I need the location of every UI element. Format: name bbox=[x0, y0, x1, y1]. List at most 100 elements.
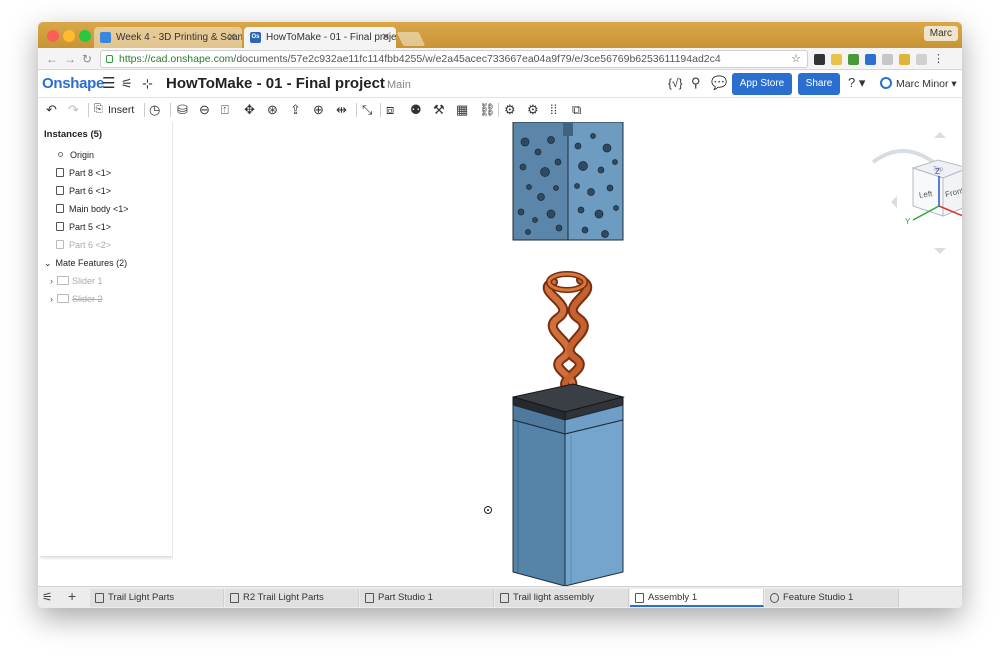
profile-button[interactable]: Marc bbox=[923, 26, 958, 41]
mate-features-folder[interactable]: ⌄ Mate Features (2) bbox=[44, 258, 127, 269]
add-branch-icon[interactable]: ⊹ bbox=[142, 76, 153, 92]
tab-part-studio-1[interactable]: Part Studio 1 bbox=[360, 589, 494, 607]
copper-helix[interactable] bbox=[542, 271, 593, 395]
onshape-logo[interactable]: Onshape bbox=[42, 75, 104, 92]
browser-tab-week4[interactable]: Week 4 - 3D Printing & Scann… ✕ bbox=[94, 27, 242, 48]
section-icon[interactable]: ▦ bbox=[456, 102, 468, 118]
instance-list-panel: Instances (5) Origin Part 8 <1> Part 6 <… bbox=[38, 122, 172, 556]
chevron-down-icon[interactable]: ⌄ bbox=[44, 258, 52, 268]
maximize-window-button[interactable] bbox=[79, 30, 91, 42]
toolbar-separator bbox=[88, 103, 89, 117]
extension-icons: ⋮ bbox=[814, 52, 948, 65]
redo-icon[interactable]: ↷ bbox=[68, 102, 79, 118]
lock-icon bbox=[106, 55, 113, 63]
document-title[interactable]: HowToMake - 01 - Final project bbox=[166, 75, 385, 92]
fastened-mate-icon[interactable]: ⛁ bbox=[177, 102, 188, 118]
comments-icon[interactable]: 💬 bbox=[711, 75, 727, 91]
undo-icon[interactable]: ↶ bbox=[46, 102, 57, 118]
chevron-right-icon[interactable]: › bbox=[50, 276, 53, 286]
back-arrow-icon[interactable]: ← bbox=[46, 52, 58, 66]
app-store-button[interactable]: App Store bbox=[732, 73, 792, 95]
part-studio-icon bbox=[95, 593, 104, 603]
pin-slot-mate-icon[interactable]: ⇪ bbox=[290, 102, 301, 118]
document-tabs-bar: ⚟ + Trail Light Parts R2 Trail Light Par… bbox=[38, 586, 962, 608]
model-canvas[interactable]: Top Left Front Z X Y bbox=[173, 121, 962, 587]
screw-icon[interactable]: ⧉ bbox=[572, 102, 581, 118]
tangent-mate-icon[interactable]: ⤡ bbox=[362, 102, 372, 118]
part-icon bbox=[56, 204, 64, 213]
extension-icon[interactable] bbox=[814, 53, 825, 65]
view-cube[interactable]: Top Left Front Z X Y bbox=[871, 132, 962, 254]
onshape-favicon-icon: Os bbox=[250, 32, 261, 43]
planar-mate-icon[interactable]: ✥ bbox=[244, 102, 255, 118]
instance-origin[interactable]: Origin bbox=[58, 150, 94, 160]
extension-icon[interactable] bbox=[865, 53, 876, 65]
search-icon[interactable]: ⚲ bbox=[691, 75, 701, 91]
tab-manager-icon[interactable]: ⚟ bbox=[42, 590, 53, 604]
chevron-right-icon[interactable]: › bbox=[50, 294, 53, 304]
instance-part-6-1[interactable]: Part 6 <1> bbox=[56, 186, 111, 196]
main-body-pillar[interactable] bbox=[512, 404, 624, 587]
close-tab-icon[interactable]: ✕ bbox=[228, 27, 236, 48]
extension-icon[interactable] bbox=[831, 53, 842, 65]
share-button[interactable]: Share bbox=[798, 73, 840, 95]
forward-arrow-icon[interactable]: → bbox=[64, 52, 76, 66]
replicate-icon[interactable]: ◷ bbox=[149, 102, 160, 118]
tab-trail-light-parts[interactable]: Trail Light Parts bbox=[90, 589, 224, 607]
parallel-mate-icon[interactable]: ⇹ bbox=[336, 102, 347, 118]
insert-button[interactable]: Insert bbox=[108, 104, 134, 116]
slider-mate-icon[interactable]: ⍐ bbox=[221, 102, 229, 118]
hamburger-menu-icon[interactable]: ☰ bbox=[102, 74, 115, 92]
tab-assembly-1[interactable]: Assembly 1 bbox=[630, 589, 764, 607]
close-window-button[interactable] bbox=[47, 30, 59, 42]
tab-r2-trail-light-parts[interactable]: R2 Trail Light Parts bbox=[225, 589, 359, 607]
revolute-mate-icon[interactable]: ⊖ bbox=[199, 102, 210, 118]
tab-feature-studio-1[interactable]: Feature Studio 1 bbox=[765, 589, 899, 607]
mate-connector-icon[interactable]: ⧈ bbox=[386, 102, 394, 118]
mate-slider-1[interactable]: › Slider 1 bbox=[50, 276, 103, 286]
extension-icon[interactable] bbox=[882, 53, 893, 65]
browser-window: Week 4 - 3D Printing & Scann… ✕ Os HowTo… bbox=[38, 22, 962, 608]
ball-mate-icon[interactable]: ⊕ bbox=[313, 102, 324, 118]
avatar bbox=[880, 77, 892, 89]
user-menu[interactable]: Marc Minor ▾ bbox=[880, 77, 957, 90]
extension-icon[interactable] bbox=[916, 53, 927, 65]
mate-slider-2[interactable]: › Slider 2 bbox=[50, 294, 103, 304]
variables-icon[interactable]: {√} bbox=[668, 76, 683, 90]
reload-icon[interactable]: ↻ bbox=[82, 52, 92, 66]
relations-icon[interactable]: ⛓ bbox=[479, 102, 496, 118]
gear-rack-icon[interactable]: ⚙ bbox=[527, 102, 539, 118]
explode-icon[interactable]: ⚒ bbox=[433, 102, 445, 118]
graphics-viewport[interactable]: Top Left Front Z X Y bbox=[173, 121, 962, 587]
instance-main-body[interactable]: Main body <1> bbox=[56, 204, 129, 214]
extension-icon[interactable] bbox=[899, 53, 910, 65]
axis-z-label: Z bbox=[935, 167, 940, 176]
browser-tab-onshape[interactable]: Os HowToMake - 01 - Final project ✕ bbox=[244, 27, 396, 48]
close-tab-icon[interactable]: ✕ bbox=[382, 27, 390, 48]
minimize-window-button[interactable] bbox=[63, 30, 75, 42]
url-input[interactable]: https://cad.onshape.com/documents/57e2c9… bbox=[100, 50, 808, 68]
bookmark-star-icon[interactable]: ☆ bbox=[791, 52, 801, 65]
instance-part-8[interactable]: Part 8 <1> bbox=[56, 168, 111, 178]
gear-icon[interactable]: ⚙ bbox=[504, 102, 516, 118]
top-perforated-block[interactable] bbox=[512, 121, 624, 241]
help-icon[interactable]: ? ▾ bbox=[848, 75, 865, 91]
instance-part-5[interactable]: Part 5 <1> bbox=[56, 222, 111, 232]
onshape-header: Onshape ☰ ⚟ ⊹ HowToMake - 01 - Final pro… bbox=[38, 70, 962, 98]
cylindrical-mate-icon[interactable]: ⊛ bbox=[267, 102, 278, 118]
toolbar-separator bbox=[380, 103, 381, 117]
rotation-center-icon[interactable] bbox=[484, 506, 492, 514]
new-tab-button[interactable] bbox=[396, 32, 426, 46]
version-graph-icon[interactable]: ⚟ bbox=[121, 76, 133, 92]
tab-trail-light-assembly[interactable]: Trail light assembly bbox=[495, 589, 629, 607]
insert-icon[interactable]: ⎘ bbox=[94, 103, 103, 116]
chrome-menu-icon[interactable]: ⋮ bbox=[933, 53, 948, 65]
linear-pattern-icon[interactable]: ⁞⁞ bbox=[550, 102, 557, 117]
part-studio-icon bbox=[230, 593, 239, 603]
instance-part-6-2[interactable]: Part 6 <2> bbox=[56, 240, 111, 250]
toolbar-separator bbox=[498, 103, 499, 117]
group-icon[interactable]: ⚉ bbox=[410, 102, 422, 118]
add-tab-icon[interactable]: + bbox=[68, 588, 76, 604]
branch-label: Main bbox=[387, 79, 411, 91]
extension-icon[interactable] bbox=[848, 53, 859, 65]
